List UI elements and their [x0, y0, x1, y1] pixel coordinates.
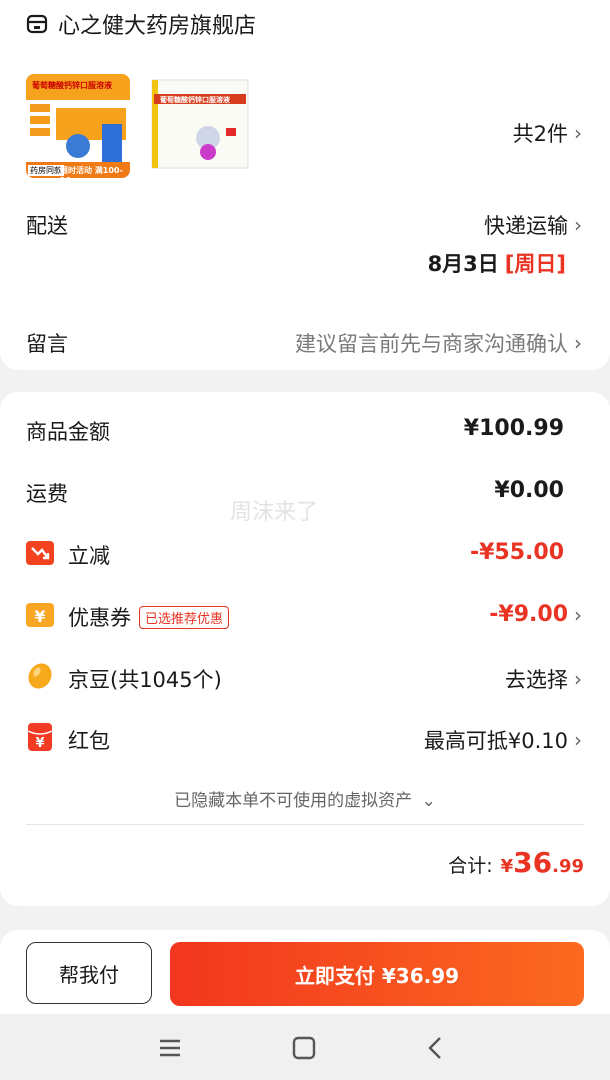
- delivery-date: 8月3日 [周日]: [428, 248, 566, 278]
- product-1-title: 葡萄糖酸钙锌口服溶液: [32, 81, 112, 90]
- discount-value: -¥55.00: [469, 540, 564, 565]
- price-summary-card: 商品金额 ¥100.99 运费 ¥0.00 立减 -¥55.00 ¥ 优惠券 已…: [0, 392, 610, 906]
- store-icon: [26, 14, 48, 34]
- redpack-value: 最高可抵¥0.10: [423, 729, 568, 753]
- pay-now-button[interactable]: 立即支付 ¥36.99: [170, 942, 584, 1006]
- message-field[interactable]: 建议留言前先与商家沟通确认 ›: [295, 328, 582, 358]
- coupon-label: 优惠券: [68, 606, 131, 630]
- discount-icon: [26, 541, 54, 565]
- menu-icon[interactable]: [156, 1034, 184, 1062]
- watermark: 周沫来了: [230, 500, 319, 525]
- store-header[interactable]: 心之健大药房旗舰店: [26, 8, 256, 40]
- total-currency: ¥: [500, 856, 514, 877]
- coupon-selector[interactable]: -¥9.00 ›: [489, 602, 582, 627]
- chevron-right-icon: ›: [574, 667, 582, 691]
- chevron-right-icon: ›: [574, 728, 582, 752]
- chevron-right-icon: ›: [574, 602, 582, 627]
- beans-value: 去选择: [505, 668, 568, 692]
- redpack-selector[interactable]: 最高可抵¥0.10 ›: [424, 725, 582, 755]
- jingdou-bean-icon: [28, 663, 52, 689]
- hidden-assets-label: 已隐藏本单不可使用的虚拟资产: [174, 791, 413, 811]
- coupon-icon: ¥: [26, 603, 54, 627]
- discount-amount: -¥55.00: [470, 540, 564, 565]
- delivery-label: 配送: [26, 214, 68, 238]
- checkout-action-bar: 帮我付 立即支付 ¥36.99: [0, 930, 610, 1014]
- hidden-assets-toggle[interactable]: 已隐藏本单不可使用的虚拟资产 ⌄: [0, 786, 610, 811]
- beans-label: 京豆(共1045个): [68, 668, 222, 692]
- coupon-recommend-tag: 已选推荐优惠: [139, 605, 230, 629]
- total-label: 合计:: [448, 855, 493, 877]
- message-placeholder: 建议留言前先与商家沟通确认: [295, 332, 568, 356]
- delivery-method[interactable]: 快递运输 ›: [484, 210, 582, 240]
- product-image-2: [148, 74, 252, 178]
- discount-label: 立减: [68, 544, 110, 568]
- product-thumbnail-1[interactable]: 药房同款 葡萄糖酸钙锌口服溶液 限时活动 满100-10: [26, 74, 130, 178]
- coupon-value: -¥9.00: [489, 602, 568, 627]
- chevron-right-icon: ›: [574, 331, 582, 355]
- delivery-method-label: 快递运输: [484, 214, 568, 238]
- red-packet-icon: ¥: [27, 723, 53, 751]
- goods-amount-label: 商品金额: [26, 420, 110, 444]
- product-thumbnail-2[interactable]: 葡萄糖酸钙锌口服溶液: [148, 74, 252, 178]
- product-count[interactable]: 共2件 ›: [513, 118, 582, 148]
- home-icon[interactable]: [290, 1034, 318, 1062]
- total-amount: 合计: ¥ 36 .99: [448, 846, 584, 879]
- store-name: 心之健大药房旗舰店: [58, 14, 257, 39]
- beans-selector[interactable]: 去选择 ›: [505, 664, 582, 694]
- product-1-badge: 限时活动 满100-10: [60, 166, 123, 178]
- shipping-fee: ¥0.00: [494, 478, 564, 503]
- product-count-label: 共2件: [512, 122, 568, 146]
- coupon-row-label: 优惠券 已选推荐优惠: [68, 602, 230, 632]
- order-info-card: 心之健大药房旗舰店 药房同款 葡萄糖酸钙锌口服溶液 限时活动 满100-10: [0, 0, 610, 370]
- product-1-corner-label: 药房同款: [28, 165, 64, 176]
- chevron-right-icon: ›: [574, 213, 582, 237]
- delivery-weekday: [周日]: [504, 252, 566, 276]
- back-icon[interactable]: [422, 1034, 450, 1062]
- redpack-label: 红包: [68, 729, 110, 753]
- total-decimal: .99: [552, 856, 584, 877]
- delivery-date-label: 8月3日: [427, 252, 499, 276]
- message-label: 留言: [26, 332, 68, 356]
- svg-text:¥: ¥: [35, 736, 44, 751]
- chevron-right-icon: ›: [574, 121, 582, 145]
- total-integer: 36: [513, 846, 553, 879]
- shipping-label: 运费: [26, 482, 68, 506]
- chevron-down-icon: ⌄: [421, 791, 436, 811]
- help-me-pay-button[interactable]: 帮我付: [26, 942, 152, 1004]
- svg-text:¥: ¥: [34, 607, 45, 626]
- goods-amount: ¥100.99: [464, 416, 564, 441]
- shipping-value: ¥0.00: [494, 478, 564, 503]
- system-navigation-bar: [0, 1014, 610, 1080]
- product-2-title: 葡萄糖酸钙锌口服溶液: [160, 96, 230, 104]
- divider: [26, 824, 584, 825]
- goods-amount-value: ¥100.99: [463, 416, 564, 441]
